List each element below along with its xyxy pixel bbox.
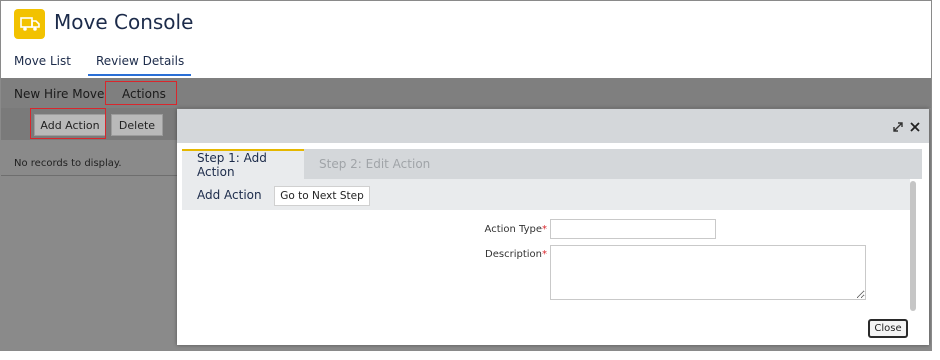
delete-button[interactable]: Delete: [111, 114, 163, 136]
app-window: Move Console Move List Review Details Ne…: [0, 0, 932, 351]
page-title: Move Console: [54, 10, 194, 34]
wizard-steps: Step 1: Add Action Step 2: Edit Action: [182, 149, 922, 179]
step-edit-action[interactable]: Step 2: Edit Action: [319, 149, 439, 179]
dialog-scrollbar[interactable]: [910, 181, 916, 311]
next-step-button[interactable]: Go to Next Step: [274, 186, 370, 206]
divider: [1, 175, 177, 176]
required-mark: *: [542, 224, 547, 235]
action-type-label-text: Action Type: [484, 224, 542, 235]
expand-icon[interactable]: [891, 119, 905, 133]
subtab-new-hire-move[interactable]: New Hire Move: [14, 87, 104, 101]
action-type-input[interactable]: [550, 219, 716, 239]
empty-list-text: No records to display.: [14, 158, 122, 169]
required-mark: *: [542, 249, 547, 260]
sub-tabs: New Hire Move Actions: [1, 78, 931, 108]
actions-toolbar: Add Action Delete: [1, 108, 177, 140]
section-title: Add Action: [197, 188, 262, 202]
dialog-titlebar: [177, 109, 929, 143]
add-action-dialog: Step 1: Add Action Step 2: Edit Action A…: [177, 109, 929, 345]
close-button[interactable]: Close: [868, 319, 908, 338]
close-icon[interactable]: [908, 119, 922, 133]
main-tabs: Move List Review Details: [1, 51, 931, 77]
truck-icon: [14, 9, 45, 39]
tab-move-list[interactable]: Move List: [14, 54, 71, 74]
actions-highlight: [105, 81, 177, 105]
description-label: Description*: [467, 249, 547, 260]
tab-review-details[interactable]: Review Details: [88, 54, 192, 76]
add-action-bar: Add Action Go to Next Step: [182, 179, 910, 210]
description-label-text: Description: [485, 249, 542, 260]
add-action-highlight: [30, 108, 106, 139]
description-textarea[interactable]: [550, 245, 866, 300]
step-add-action[interactable]: Step 1: Add Action: [182, 149, 304, 179]
action-type-label: Action Type*: [467, 224, 547, 235]
